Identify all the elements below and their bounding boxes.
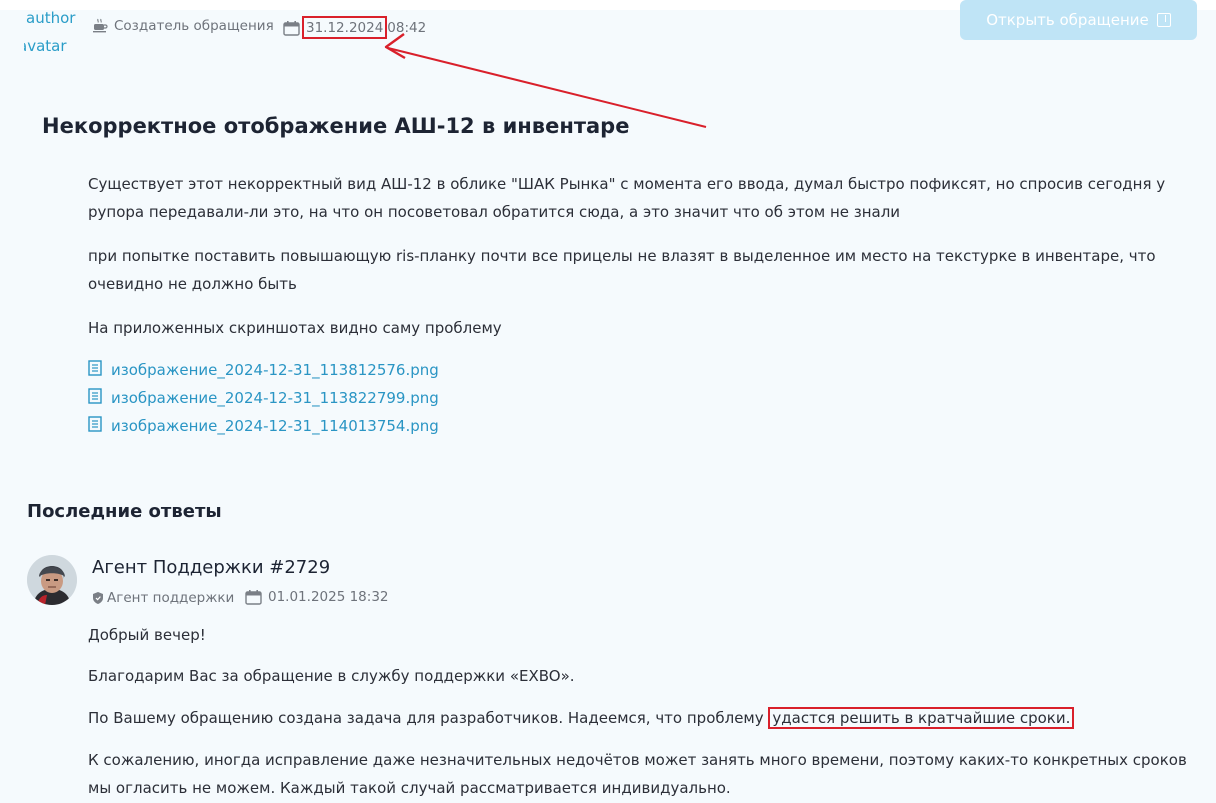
attachment-link-1[interactable]: изображение_2024-12-31_113812576.png [88,360,439,380]
created-date-highlighted: 31.12.2024 [302,16,388,39]
open-ticket-label: Открыть обращение [986,11,1149,29]
open-ticket-button[interactable]: Открыть обращение [960,0,1197,40]
created-time: 08:42 [387,19,427,36]
reply-datetime-meta: 01.01.2025 18:32 [245,589,389,605]
attachment-name: изображение_2024-12-31_113812576.png [111,361,439,379]
shield-icon [92,591,104,605]
agent-avatar [27,555,77,605]
attachment-name: изображение_2024-12-31_114013754.png [111,417,439,435]
calendar-icon [245,589,262,605]
document-icon [88,360,102,380]
attachment-link-3[interactable]: изображение_2024-12-31_114013754.png [88,416,439,436]
attachment-link-2[interactable]: изображение_2024-12-31_113822799.png [88,388,439,408]
creator-label: Создатель обращения [114,18,274,34]
document-icon [88,388,102,408]
agent-role-meta: Агент поддержки [92,590,234,606]
document-icon [88,416,102,436]
reply-datetime: 01.01.2025 18:32 [268,589,389,605]
agent-name: Агент Поддержки #2729 [92,557,331,578]
attachment-name: изображение_2024-12-31_113822799.png [111,389,439,407]
open-external-icon [1156,13,1171,27]
created-datetime: 31.12.2024 08:42 [283,16,426,39]
ticket-paragraph-2: при попытке поставить повышающую ris-пла… [88,247,1156,293]
coffee-icon [92,18,108,34]
reply-paragraph-3-text: По Вашему обращению создана задача для р… [88,709,769,727]
author-avatar-alt-line2: avatar [24,37,67,55]
calendar-icon [283,20,300,36]
creator-meta: Создатель обращения [92,18,274,34]
ticket-title: Некорректное отображение АШ-12 в инвента… [42,114,630,138]
reply-paragraph-4: К сожалению, иногда исправление даже нез… [88,751,1187,797]
ticket-paragraph-1: Существует этот некорректный вид АШ-12 в… [88,175,1166,221]
author-avatar: author avatar [24,4,80,60]
ticket-page: author avatar Создатель обращения 31.12.… [0,0,1216,803]
replies-section-title: Последние ответы [27,501,222,522]
agent-role: Агент поддержки [107,590,235,606]
ticket-paragraph-3: На приложенных скриншотах видно саму про… [88,319,502,337]
reply-paragraph-3: По Вашему обращению создана задача для р… [88,704,1200,732]
author-avatar-alt-line1: author [26,9,76,27]
reply-paragraph-2: Благодарим Вас за обращение в службу под… [88,667,575,685]
highlighted-deadline-phrase: удастся решить в кратчайшие сроки. [768,707,1075,729]
reply-paragraph-1: Добрый вечер! [88,626,206,644]
